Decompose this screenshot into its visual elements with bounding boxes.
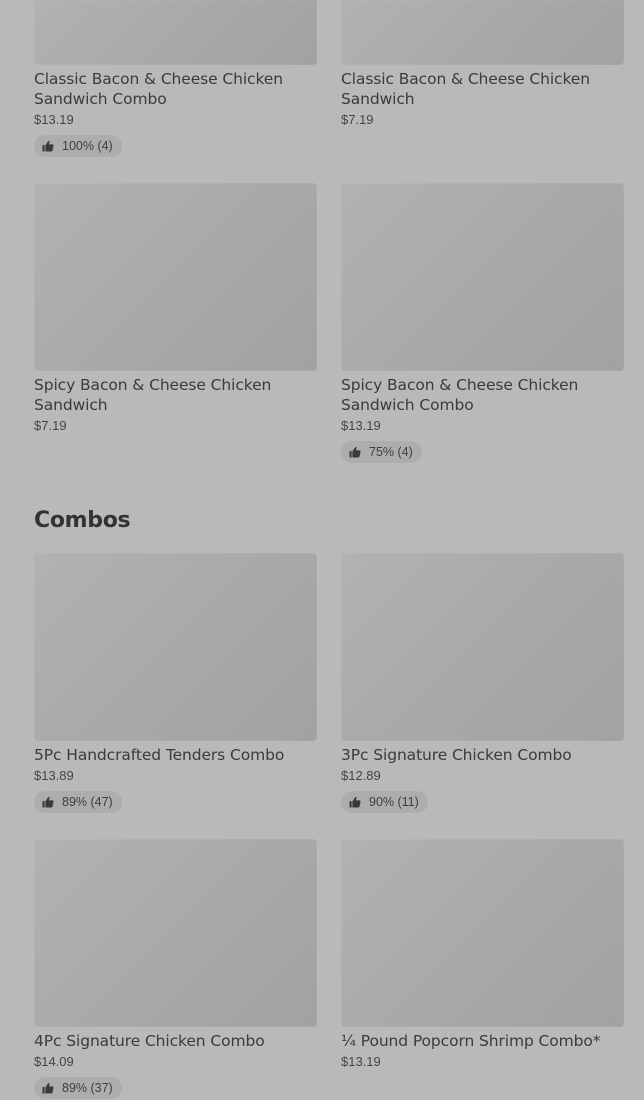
menu-item-image <box>34 183 317 371</box>
menu-item-title: Spicy Bacon & Cheese Chicken Sandwich Co… <box>341 376 579 414</box>
menu-item-title: 3Pc Signature Chicken Combo <box>341 746 572 764</box>
menu-item-title: Classic Bacon & Cheese Chicken Sandwich <box>341 70 590 108</box>
menu-item-image <box>341 183 624 371</box>
menu-item-price: $13.89 <box>34 768 74 783</box>
rating-text: 89% (47) <box>62 795 113 809</box>
menu-item-card[interactable]: Spicy Bacon & Cheese Chicken Sandwich Co… <box>341 183 625 463</box>
rating-badge: 89% (47) <box>34 791 122 813</box>
menu-item-price: $13.19 <box>34 112 74 127</box>
menu-item-image <box>34 553 317 741</box>
rating-badge: 89% (37) <box>34 1077 122 1099</box>
menu-page: Classic Bacon & Cheese Chicken Sandwich … <box>0 0 644 1100</box>
thumbs-up-icon <box>349 446 361 458</box>
menu-item-card[interactable]: Classic Bacon & Cheese Chicken Sandwich … <box>341 0 625 128</box>
menu-item-title: 5Pc Handcrafted Tenders Combo <box>34 746 285 764</box>
rating-badge: 100% (4) <box>34 135 122 157</box>
menu-item-title: ¼ Pound Popcorn Shrimp Combo* <box>341 1032 601 1050</box>
menu-item-price: $12.89 <box>341 768 381 783</box>
menu-item-card[interactable]: 3Pc Signature Chicken Combo $12.89 90% (… <box>341 553 625 813</box>
menu-item-card[interactable]: ¼ Pound Popcorn Shrimp Combo* $13.19 <box>341 839 625 1070</box>
menu-item-image <box>34 839 317 1027</box>
menu-item-title: Spicy Bacon & Cheese Chicken Sandwich <box>34 376 272 414</box>
menu-item-image <box>341 553 624 741</box>
rating-badge: 75% (4) <box>341 441 422 463</box>
menu-item-title: Classic Bacon & Cheese Chicken Sandwich … <box>34 70 283 108</box>
thumbs-up-icon <box>42 140 54 152</box>
menu-item-price: $14.09 <box>34 1054 74 1069</box>
rating-badge: 90% (11) <box>341 791 428 813</box>
menu-item-card[interactable]: Spicy Bacon & Cheese Chicken Sandwich $7… <box>34 183 318 434</box>
menu-item-title: 4Pc Signature Chicken Combo <box>34 1032 265 1050</box>
menu-item-price: $13.19 <box>341 418 381 433</box>
menu-item-price: $7.19 <box>34 418 67 433</box>
menu-item-card[interactable]: Classic Bacon & Cheese Chicken Sandwich … <box>34 0 318 157</box>
thumbs-up-icon <box>349 796 361 808</box>
rating-text: 90% (11) <box>369 795 419 809</box>
menu-item-card[interactable]: 4Pc Signature Chicken Combo $14.09 89% (… <box>34 839 318 1099</box>
section-title-combos: Combos <box>34 508 131 533</box>
menu-item-price: $13.19 <box>341 1054 381 1069</box>
rating-text: 89% (37) <box>62 1081 113 1095</box>
rating-text: 100% (4) <box>62 139 113 153</box>
menu-item-card[interactable]: 5Pc Handcrafted Tenders Combo $13.89 89%… <box>34 553 318 813</box>
rating-text: 75% (4) <box>369 445 413 459</box>
thumbs-up-icon <box>42 1082 54 1094</box>
menu-item-image <box>341 839 624 1027</box>
thumbs-up-icon <box>42 796 54 808</box>
menu-item-image <box>34 0 317 65</box>
menu-item-price: $7.19 <box>341 112 374 127</box>
menu-item-image <box>341 0 624 65</box>
